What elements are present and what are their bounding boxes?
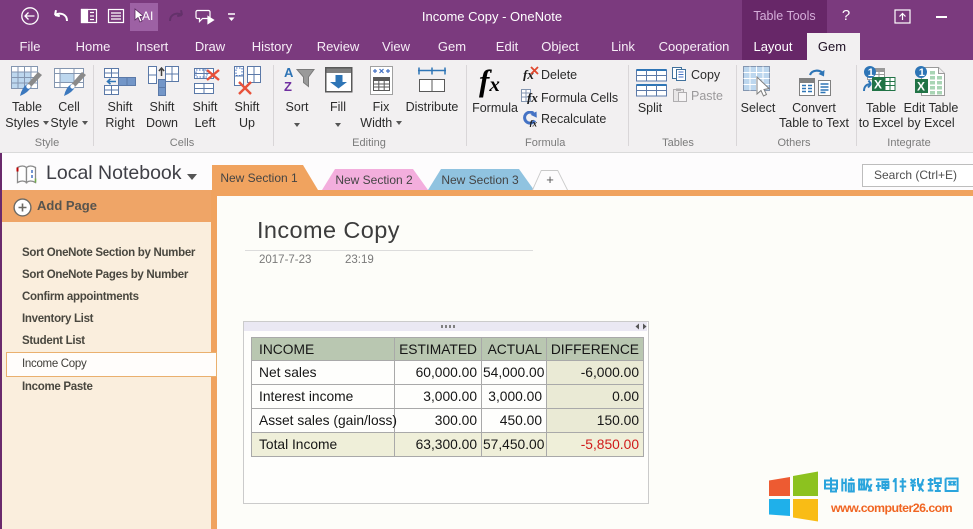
svg-text:A: A	[284, 66, 294, 80]
svg-text:AI: AI	[142, 9, 153, 23]
svg-text:fx: fx	[530, 119, 538, 128]
svg-text:1: 1	[868, 67, 874, 79]
svg-text:X: X	[874, 78, 882, 92]
svg-text:X: X	[917, 80, 925, 94]
svg-text:fx: fx	[527, 90, 538, 104]
svg-text:Z: Z	[284, 79, 292, 93]
svg-text:1: 1	[919, 67, 925, 79]
